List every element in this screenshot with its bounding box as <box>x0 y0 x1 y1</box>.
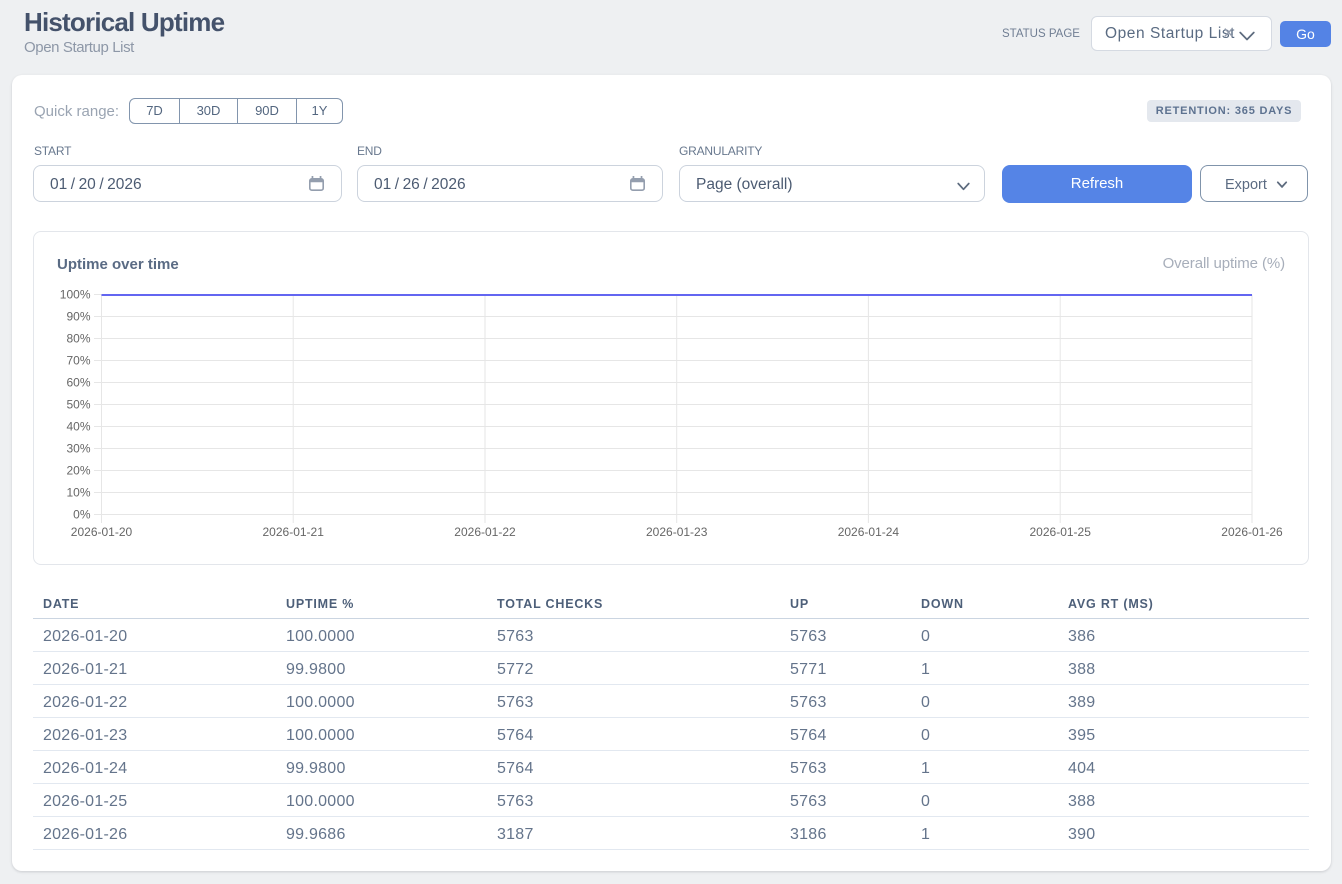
svg-text:2026-01-21: 2026-01-21 <box>263 525 325 539</box>
svg-text:30%: 30% <box>66 442 90 456</box>
svg-text:0%: 0% <box>73 508 91 522</box>
svg-text:80%: 80% <box>66 332 90 346</box>
svg-text:2026-01-23: 2026-01-23 <box>646 525 708 539</box>
svg-text:90%: 90% <box>66 310 90 324</box>
svg-text:2026-01-20: 2026-01-20 <box>71 525 133 539</box>
svg-text:50%: 50% <box>66 398 90 412</box>
svg-text:40%: 40% <box>66 420 90 434</box>
svg-text:2026-01-26: 2026-01-26 <box>1221 525 1283 539</box>
svg-text:20%: 20% <box>66 464 90 478</box>
svg-text:10%: 10% <box>66 486 90 500</box>
svg-text:2026-01-25: 2026-01-25 <box>1030 525 1092 539</box>
svg-text:100%: 100% <box>60 288 91 302</box>
svg-text:70%: 70% <box>66 354 90 368</box>
svg-text:2026-01-24: 2026-01-24 <box>838 525 900 539</box>
svg-text:60%: 60% <box>66 376 90 390</box>
svg-text:2026-01-22: 2026-01-22 <box>454 525 516 539</box>
